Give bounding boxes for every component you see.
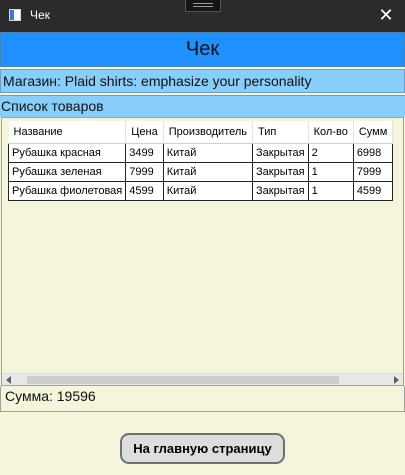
cell-name[interactable]: Рубашка зеленая	[7, 161, 127, 182]
scroll-right-icon[interactable]	[394, 376, 399, 384]
column-header-name[interactable]: Название	[8, 121, 127, 144]
cell-name[interactable]: Рубашка фиолетовая	[7, 180, 127, 201]
app-icon	[9, 9, 21, 21]
column-header-sum[interactable]: Сумм	[353, 121, 394, 144]
table-row[interactable]: Рубашка фиолетовая 4599 Китай Закрытая 1…	[7, 180, 394, 201]
cell-price[interactable]: 3499	[125, 142, 164, 163]
total-sum: Сумма: 19596	[0, 386, 405, 412]
cell-type[interactable]: Закрытая	[252, 180, 309, 201]
cell-price[interactable]: 4599	[125, 180, 164, 201]
table-row[interactable]: Рубашка красная 3499 Китай Закрытая 2 69…	[7, 142, 394, 163]
cell-type[interactable]: Закрытая	[252, 161, 309, 182]
column-header-manufacturer[interactable]: Производитель	[163, 121, 254, 144]
cell-quantity[interactable]: 1	[307, 161, 354, 182]
cell-manufacturer[interactable]: Китай	[162, 142, 254, 163]
cell-manufacturer[interactable]: Китай	[162, 161, 254, 182]
column-header-price[interactable]: Цена	[125, 121, 164, 144]
window-titlebar: Чек ✕	[0, 0, 405, 32]
column-header-type[interactable]: Тип	[252, 121, 309, 144]
receipt-header: Чек	[0, 32, 405, 67]
main-page-button[interactable]: На главную страницу	[120, 433, 285, 464]
cell-price[interactable]: 7999	[125, 161, 164, 182]
grip-icon[interactable]	[185, 0, 221, 12]
column-header-quantity[interactable]: Кол-во	[308, 121, 354, 144]
cell-quantity[interactable]: 1	[307, 180, 354, 201]
table-row[interactable]: Рубашка зеленая 7999 Китай Закрытая 1 79…	[7, 161, 394, 182]
cell-sum[interactable]: 4599	[352, 180, 394, 201]
cell-name[interactable]: Рубашка красная	[7, 142, 127, 163]
window-title: Чек	[30, 8, 50, 22]
scrollbar-thumb[interactable]	[27, 376, 339, 384]
store-label: Магазин: Plaid shirts: emphasize your pe…	[0, 69, 405, 93]
scroll-left-icon[interactable]	[6, 376, 11, 384]
cell-type[interactable]: Закрытая	[252, 142, 309, 163]
cell-sum[interactable]: 7999	[352, 161, 394, 182]
product-table-grid[interactable]: Название Цена Производитель Тип Кол-во С…	[1, 117, 404, 386]
page-title: Чек	[185, 38, 220, 60]
cell-quantity[interactable]: 2	[307, 142, 354, 163]
table-header-row: Название Цена Производитель Тип Кол-во С…	[8, 121, 394, 144]
cell-manufacturer[interactable]: Китай	[162, 180, 254, 201]
close-icon[interactable]: ✕	[373, 3, 399, 27]
cell-sum[interactable]: 6998	[352, 142, 394, 163]
product-list-label: Список товаров	[0, 95, 405, 117]
product-table[interactable]: Название Цена Производитель Тип Кол-во С…	[7, 121, 394, 201]
horizontal-scrollbar[interactable]	[2, 373, 403, 385]
